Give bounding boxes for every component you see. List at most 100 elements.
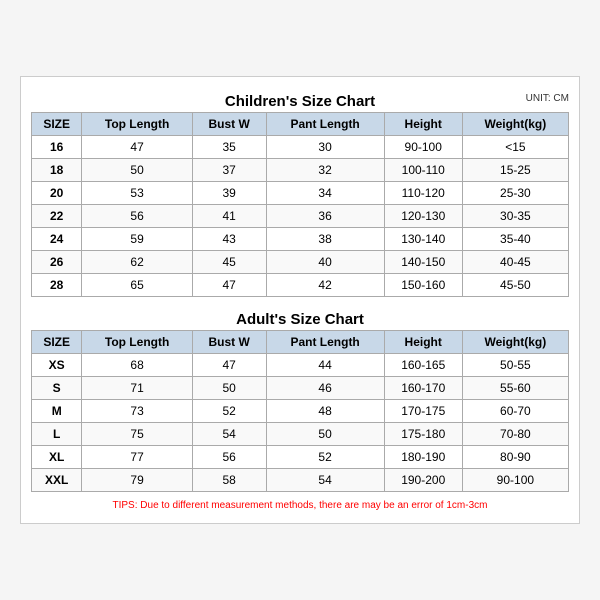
table-cell: 68 [82,354,192,377]
table-cell: 56 [82,205,192,228]
children-header-row: SIZE Top Length Bust W Pant Length Heigh… [32,113,569,136]
table-cell: 20 [32,182,82,205]
children-col-weight: Weight(kg) [462,113,568,136]
adult-header-row: SIZE Top Length Bust W Pant Length Heigh… [32,331,569,354]
table-cell: 190-200 [384,469,462,492]
table-cell: M [32,400,82,423]
table-cell: XS [32,354,82,377]
table-row: 20533934110-12025-30 [32,182,569,205]
table-cell: 22 [32,205,82,228]
table-cell: 35 [192,136,266,159]
table-cell: 30-35 [462,205,568,228]
adult-col-height: Height [384,331,462,354]
table-cell: 30 [266,136,384,159]
table-cell: 39 [192,182,266,205]
table-cell: 18 [32,159,82,182]
table-row: XL775652180-19080-90 [32,446,569,469]
table-cell: 65 [82,274,192,297]
children-section-title: Children's Size Chart UNIT: CM [31,87,569,112]
table-cell: 50 [82,159,192,182]
table-cell: L [32,423,82,446]
children-col-top-length: Top Length [82,113,192,136]
table-cell: 37 [192,159,266,182]
table-cell: 32 [266,159,384,182]
adult-title-text: Adult's Size Chart [236,311,364,328]
table-cell: 77 [82,446,192,469]
table-cell: 36 [266,205,384,228]
table-row: S715046160-17055-60 [32,377,569,400]
table-cell: 75 [82,423,192,446]
table-row: XXL795854190-20090-100 [32,469,569,492]
adult-size-table: SIZE Top Length Bust W Pant Length Heigh… [31,330,569,492]
table-cell: 90-100 [462,469,568,492]
table-cell: <15 [462,136,568,159]
table-cell: 41 [192,205,266,228]
table-cell: 52 [192,400,266,423]
table-cell: 130-140 [384,228,462,251]
unit-label: UNIT: CM [526,93,569,104]
table-cell: 48 [266,400,384,423]
table-cell: 160-165 [384,354,462,377]
table-cell: 120-130 [384,205,462,228]
table-cell: 15-25 [462,159,568,182]
table-cell: 170-175 [384,400,462,423]
table-cell: 180-190 [384,446,462,469]
table-cell: 54 [192,423,266,446]
table-row: 26624540140-15040-45 [32,251,569,274]
table-cell: 100-110 [384,159,462,182]
table-cell: 28 [32,274,82,297]
children-col-pant-length: Pant Length [266,113,384,136]
children-col-height: Height [384,113,462,136]
table-cell: 24 [32,228,82,251]
table-cell: 45-50 [462,274,568,297]
table-cell: 79 [82,469,192,492]
table-cell: 44 [266,354,384,377]
table-cell: 25-30 [462,182,568,205]
children-title-text: Children's Size Chart [225,93,375,110]
table-row: L755450175-18070-80 [32,423,569,446]
children-col-size: SIZE [32,113,82,136]
table-cell: 47 [192,354,266,377]
table-cell: 90-100 [384,136,462,159]
table-cell: 110-120 [384,182,462,205]
table-cell: 70-80 [462,423,568,446]
table-row: 1647353090-100<15 [32,136,569,159]
table-cell: 26 [32,251,82,274]
table-cell: 71 [82,377,192,400]
table-cell: 140-150 [384,251,462,274]
table-cell: 59 [82,228,192,251]
table-cell: 47 [82,136,192,159]
table-cell: 80-90 [462,446,568,469]
table-cell: 160-170 [384,377,462,400]
table-cell: 45 [192,251,266,274]
adult-col-bust-w: Bust W [192,331,266,354]
adult-col-weight: Weight(kg) [462,331,568,354]
table-row: XS684744160-16550-55 [32,354,569,377]
adult-col-size: SIZE [32,331,82,354]
chart-container: Children's Size Chart UNIT: CM SIZE Top … [20,76,580,524]
table-cell: 73 [82,400,192,423]
table-cell: 50 [192,377,266,400]
table-cell: 53 [82,182,192,205]
table-row: 24594338130-14035-40 [32,228,569,251]
table-cell: 175-180 [384,423,462,446]
table-row: M735248170-17560-70 [32,400,569,423]
table-cell: 56 [192,446,266,469]
table-cell: 38 [266,228,384,251]
table-cell: XL [32,446,82,469]
tips-text: TIPS: Due to different measurement metho… [31,498,569,513]
table-cell: 40 [266,251,384,274]
adult-col-top-length: Top Length [82,331,192,354]
table-cell: 50 [266,423,384,446]
table-cell: 34 [266,182,384,205]
table-cell: 62 [82,251,192,274]
table-cell: 50-55 [462,354,568,377]
table-cell: 40-45 [462,251,568,274]
table-cell: 47 [192,274,266,297]
table-cell: 58 [192,469,266,492]
table-cell: 150-160 [384,274,462,297]
table-cell: 52 [266,446,384,469]
table-cell: 16 [32,136,82,159]
table-cell: 54 [266,469,384,492]
table-cell: 60-70 [462,400,568,423]
